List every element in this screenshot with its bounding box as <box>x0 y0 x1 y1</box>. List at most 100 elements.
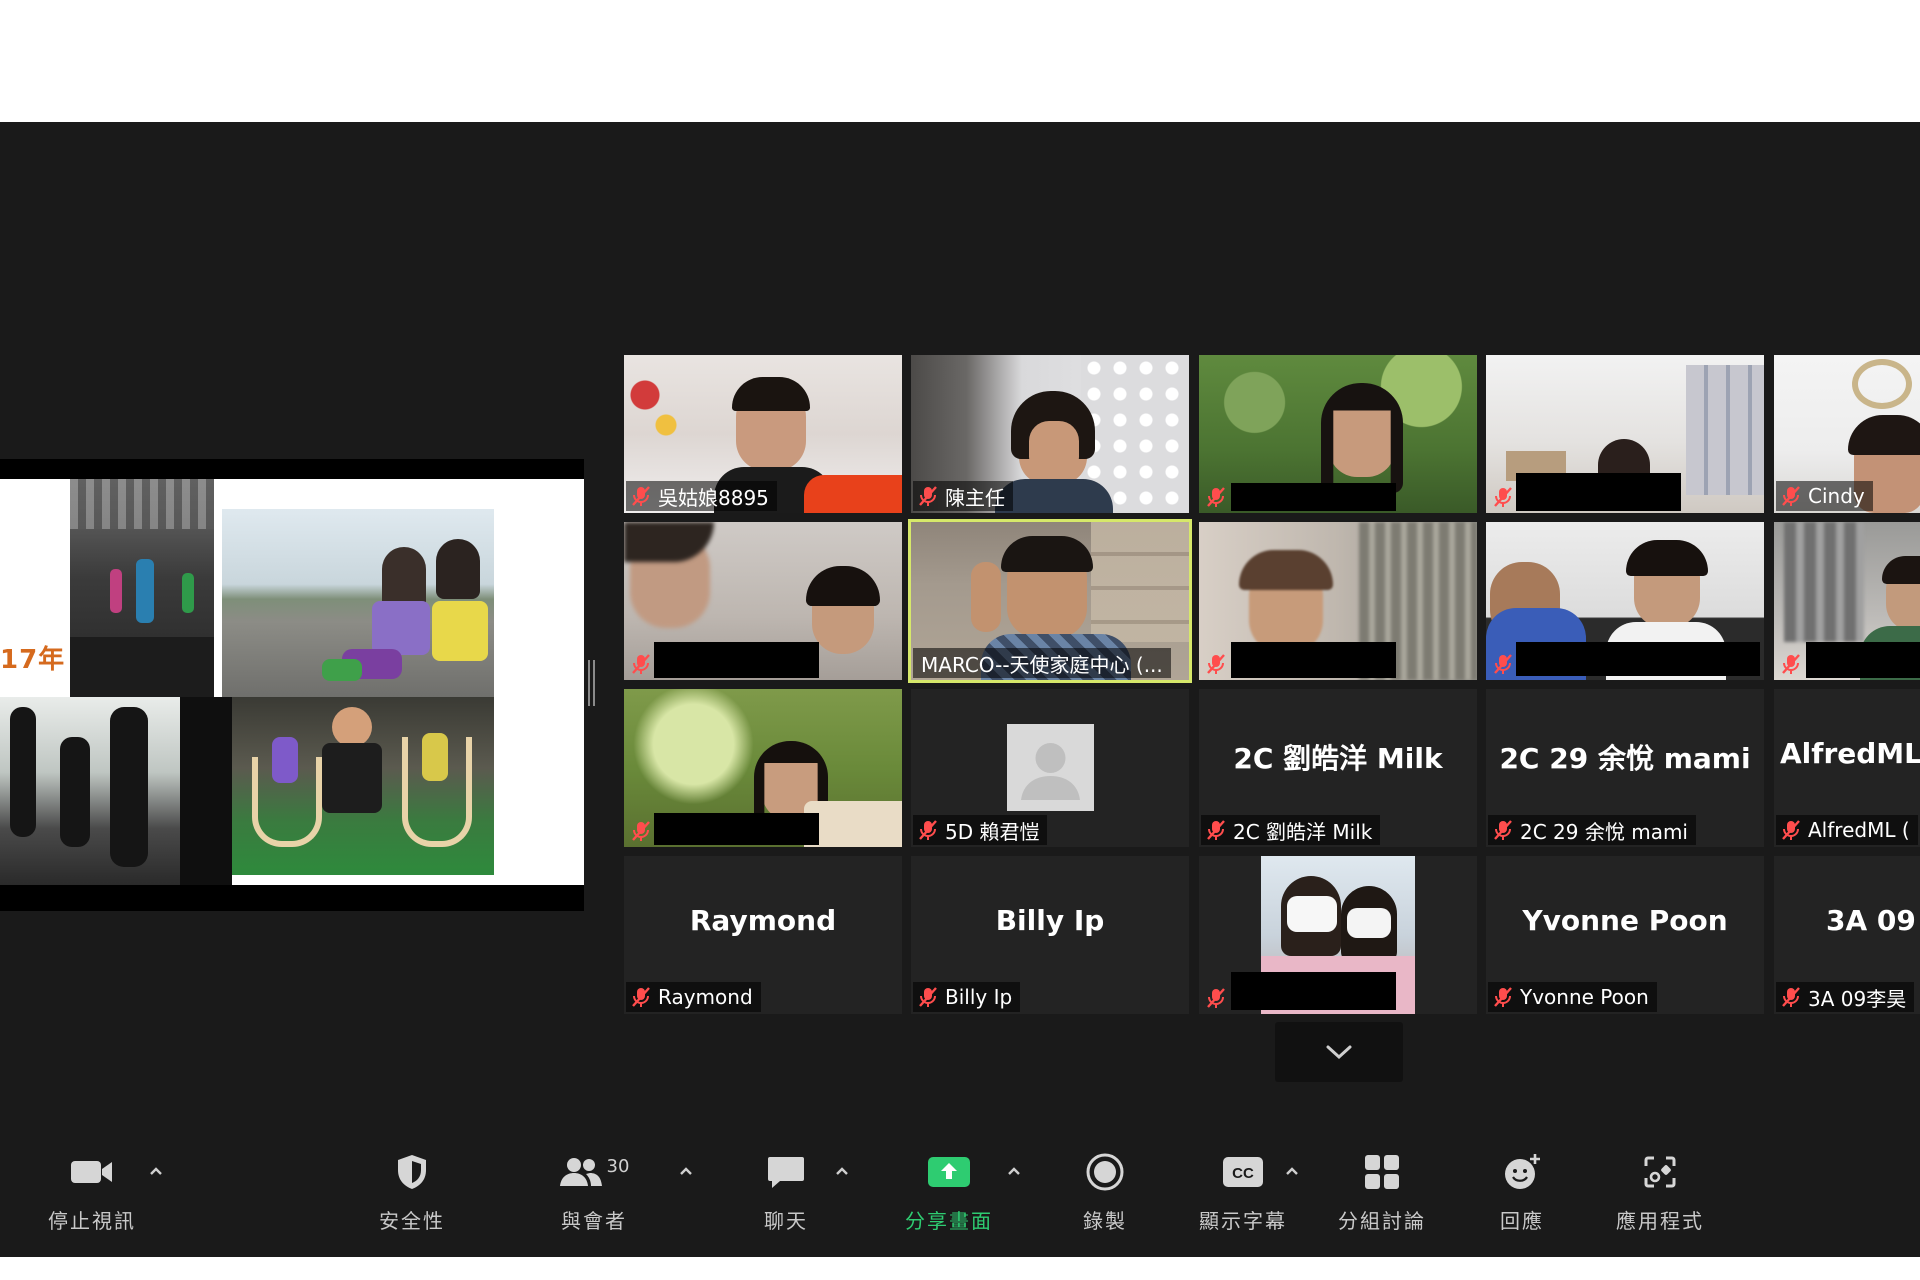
share-options-caret-icon[interactable] <box>1004 1161 1024 1181</box>
participants-options-caret-icon[interactable] <box>676 1161 696 1181</box>
participant-count: 30 <box>606 1155 630 1177</box>
muted-mic-icon <box>919 987 937 1007</box>
participant-name: AlfredML ( <box>1808 818 1910 842</box>
muted-mic-icon <box>1782 820 1800 840</box>
participant-name: Yvonne Poon <box>1520 985 1649 1009</box>
participants-button[interactable]: 30 與會者 <box>524 1147 664 1234</box>
video-options-caret-icon[interactable] <box>146 1161 166 1181</box>
participant-tile[interactable]: Yvonne Poon Yvonne Poon <box>1486 856 1764 1014</box>
participant-name-bar: 吳姑娘8895 <box>626 481 777 511</box>
participant-name-bar: Yvonne Poon <box>1488 982 1657 1012</box>
reactions-button[interactable]: 回應 <box>1452 1147 1592 1234</box>
slide-photo-roadside <box>222 509 494 697</box>
chat-bubble-icon <box>768 1157 804 1188</box>
share-screen-button[interactable]: 分享畫面 <box>879 1147 1019 1234</box>
security-button[interactable]: 安全性 <box>342 1147 482 1234</box>
participant-tile[interactable]: 吳姑娘8895 <box>624 355 902 513</box>
muted-mic-icon <box>1207 988 1225 1008</box>
avatar <box>1007 724 1094 811</box>
muted-mic-icon <box>632 486 650 506</box>
panel-resize-handle[interactable] <box>588 660 595 706</box>
participant-display-name: Yvonne Poon <box>1522 904 1728 937</box>
bottom-margin <box>0 1257 1920 1280</box>
participant-tile[interactable] <box>1199 856 1477 1014</box>
apps-icon <box>1644 1156 1676 1188</box>
muted-mic-icon <box>632 654 650 674</box>
participant-tile[interactable]: AlfredML AlfredML ( <box>1774 689 1920 847</box>
participant-display-name: 2C 劉皓洋 Milk <box>1233 742 1443 775</box>
participant-display-name: 2C 29 余悅 mami <box>1499 742 1751 775</box>
participant-tile[interactable]: Cindy <box>1774 355 1920 513</box>
participant-tile[interactable] <box>1199 522 1477 680</box>
shield-icon <box>398 1155 426 1189</box>
participant-tile[interactable]: 2C 29 余悅 mami 2C 29 余悅 mami <box>1486 689 1764 847</box>
stop-video-button[interactable]: 停止視訊 <box>22 1147 162 1234</box>
security-label: 安全性 <box>379 1209 445 1233</box>
participant-display-name: Billy Ip <box>995 904 1105 937</box>
muted-mic-icon <box>632 821 650 841</box>
participant-tile[interactable] <box>1774 522 1920 680</box>
muted-mic-icon <box>919 486 937 506</box>
muted-mic-icon <box>1494 487 1512 507</box>
participant-name: 5D 賴君愷 <box>945 819 1040 844</box>
participant-tile[interactable] <box>1486 355 1764 513</box>
redacted-name <box>1231 642 1396 678</box>
participants-icon <box>559 1158 602 1186</box>
participant-name: 吳姑娘8895 <box>658 485 769 510</box>
apps-label: 應用程式 <box>1616 1209 1704 1233</box>
record-button[interactable]: 錄製 <box>1035 1147 1175 1234</box>
participant-name-bar: 3A 09李昊 <box>1776 982 1915 1012</box>
muted-mic-icon <box>1207 487 1225 507</box>
share-screen-label: 分享畫面 <box>905 1209 993 1233</box>
redacted-name <box>1231 483 1396 511</box>
chevron-down-icon <box>1326 1045 1352 1060</box>
chat-options-caret-icon[interactable] <box>832 1161 852 1181</box>
breakout-rooms-label: 分組討論 <box>1338 1209 1426 1233</box>
gallery-next-page-button[interactable] <box>1275 1022 1403 1082</box>
participant-name: 陳主任 <box>945 485 1005 510</box>
redacted-name <box>654 813 819 845</box>
participant-tile[interactable] <box>624 522 902 680</box>
participant-tile[interactable]: 5D 賴君愷 <box>911 689 1189 847</box>
participants-label: 與會者 <box>561 1209 627 1233</box>
participant-tile[interactable]: Billy Ip Billy Ip <box>911 856 1189 1014</box>
breakout-rooms-button[interactable]: 分組討論 <box>1312 1147 1452 1234</box>
participant-tile[interactable] <box>624 689 902 847</box>
slide-photo-station <box>70 479 214 697</box>
participant-tile-active-speaker[interactable]: MARCO--天使家庭中心 (... <box>908 519 1192 683</box>
participant-tile[interactable]: 3A 09 3A 09李昊 <box>1774 856 1920 1014</box>
participant-name: MARCO--天使家庭中心 (... <box>921 652 1163 677</box>
participant-name: 2C 劉皓洋 Milk <box>1233 819 1373 844</box>
participant-name: 3A 09李昊 <box>1808 986 1907 1011</box>
participant-name-bar: Raymond <box>626 982 761 1012</box>
slide-photo-workshop <box>232 697 494 875</box>
participant-tile[interactable] <box>1486 522 1764 680</box>
captions-options-caret-icon[interactable] <box>1282 1161 1302 1181</box>
participant-name: Cindy <box>1808 484 1865 508</box>
meeting-toolbar: 停止視訊 安全性 30 與會者 聊天 分享畫面 錄製 CC 顯示字幕 分組討論 … <box>0 1147 1920 1257</box>
participant-name-bar: 2C 劉皓洋 Milk <box>1201 815 1381 845</box>
video-camera-icon <box>71 1161 112 1183</box>
shared-slide: 17年 <box>0 479 584 885</box>
zoom-meeting-window: 17年 吳姑娘8895 陳主任 Cindy MARCO--天使家庭中心 (...… <box>0 122 1920 1257</box>
muted-mic-icon <box>1207 820 1225 840</box>
slide-year-text: 17年 <box>0 645 66 675</box>
redacted-name <box>1516 473 1681 511</box>
participant-name-bar: AlfredML ( <box>1776 815 1918 845</box>
redacted-name <box>1516 642 1760 676</box>
shared-screen[interactable]: 17年 <box>0 459 584 911</box>
participant-tile[interactable]: 2C 劉皓洋 Milk 2C 劉皓洋 Milk <box>1199 689 1477 847</box>
muted-mic-icon <box>1782 987 1800 1007</box>
participant-tile[interactable]: Raymond Raymond <box>624 856 902 1014</box>
top-margin <box>0 0 1920 122</box>
participant-display-name: AlfredML <box>1780 737 1920 770</box>
muted-mic-icon <box>1494 820 1512 840</box>
participant-tile[interactable]: 陳主任 <box>911 355 1189 513</box>
record-icon <box>1086 1153 1124 1191</box>
svg-text:CC: CC <box>1232 1165 1254 1182</box>
participant-tile[interactable] <box>1199 355 1477 513</box>
participant-name-bar: 陳主任 <box>913 481 1013 511</box>
muted-mic-icon <box>919 820 937 840</box>
apps-button[interactable]: 應用程式 <box>1590 1147 1730 1234</box>
participant-display-name: Raymond <box>689 904 837 937</box>
